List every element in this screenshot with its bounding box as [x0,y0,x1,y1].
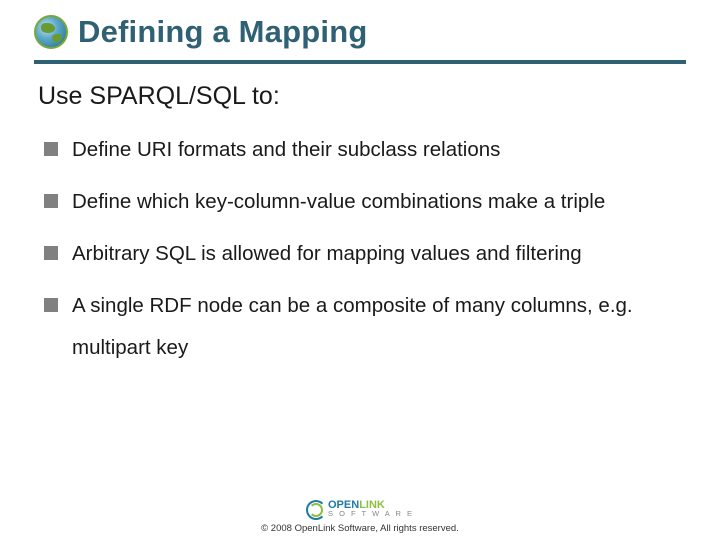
logo-sub: S O F T W A R E [328,511,414,518]
slide-footer: OPENLINK S O F T W A R E © 2008 OpenLink… [0,500,720,534]
openlink-logo: OPENLINK S O F T W A R E [306,500,414,518]
slide-content: Use SPARQL/SQL to: Define URI formats an… [0,64,720,369]
list-item: Define URI formats and their subclass re… [44,129,682,171]
slide-title: Defining a Mapping [78,14,367,50]
subtitle: Use SPARQL/SQL to: [38,82,682,111]
list-item: Arbitrary SQL is allowed for mapping val… [44,233,682,275]
copyright-text: © 2008 OpenLink Software, All rights res… [0,523,720,534]
slide-header: Defining a Mapping [0,0,720,50]
logo-text: OPENLINK S O F T W A R E [328,501,414,518]
globe-icon [34,15,68,49]
logo-swirl-icon [306,500,324,518]
list-item: A single RDF node can be a composite of … [44,285,682,369]
bullet-list: Define URI formats and their subclass re… [38,129,682,369]
list-item: Define which key-column-value combinatio… [44,181,682,223]
